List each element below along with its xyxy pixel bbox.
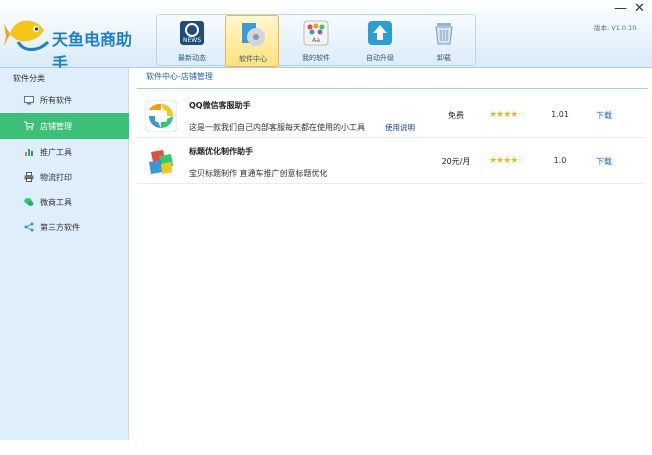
title-bar: 天鱼电商助手 NEWS 最新动态 软件中心 Aa 我的软件 自动升级 卸载 版本…	[0, 0, 652, 73]
category-sidebar: 软件分类 所有软件 店铺管理 推广工具 物流打印 微商工具 第三方软件	[0, 68, 129, 440]
sidebar-item-label: 第三方软件	[40, 223, 80, 232]
sidebar-item-third-party-software[interactable]: 第三方软件	[0, 214, 129, 240]
nav-uninstall-label: 卸载	[437, 54, 451, 62]
sidebar-item-wechat-tools[interactable]: 微商工具	[0, 189, 129, 215]
upgrade-arrow-icon	[368, 21, 392, 45]
share-icon	[24, 222, 34, 232]
star-empty-icon: ☆	[517, 110, 525, 120]
sidebar-item-label: 微商工具	[40, 198, 72, 207]
trash-icon	[435, 23, 453, 45]
star-empty-icon: ☆	[517, 156, 525, 166]
sidebar-item-label: 推广工具	[40, 148, 72, 157]
sidebar-item-label: 物流打印	[40, 173, 72, 182]
sidebar-item-promotion-tools[interactable]: 推广工具	[0, 139, 129, 165]
sidebar-title: 软件分类	[13, 74, 45, 83]
svg-text:Aa: Aa	[312, 37, 320, 44]
breadcrumb: 软件中心-店铺管理	[146, 72, 213, 81]
nav-auto-upgrade-label: 自动升级	[366, 54, 394, 62]
fish-logo-icon	[4, 20, 50, 51]
printer-icon	[24, 172, 34, 182]
close-button[interactable]: ✕	[634, 2, 645, 16]
breadcrumb-divider	[137, 88, 648, 89]
software-row: 标题优化制作助手 宝贝标题制作 直通车推广创意标题优化 20元/月 ★★★★☆ …	[137, 140, 645, 184]
nav-uninstall[interactable]: 卸载	[417, 15, 471, 67]
software-name: QQ微信客服助手	[189, 101, 251, 110]
usage-instructions-link[interactable]: 使用说明	[385, 122, 415, 133]
sidebar-item-logistics-print[interactable]: 物流打印	[0, 164, 129, 190]
title-optimizer-app-icon	[149, 150, 173, 174]
my-apps-grid-icon: Aa	[303, 20, 329, 46]
sidebar-item-store-management[interactable]: 店铺管理	[0, 113, 129, 139]
nav-news[interactable]: NEWS 最新动态	[165, 15, 219, 67]
chart-icon	[25, 149, 33, 156]
svg-text:NEWS: NEWS	[183, 37, 201, 44]
nav-news-label: 最新动态	[178, 54, 206, 62]
nav-my-software-label: 我的软件	[302, 54, 330, 62]
nav-my-software[interactable]: Aa 我的软件	[289, 15, 343, 67]
download-link[interactable]: 下载	[596, 110, 612, 121]
software-price: 免费	[448, 111, 464, 120]
software-price: 20元/月	[441, 157, 471, 166]
software-version: 1.0	[553, 156, 567, 165]
nav-software-center-label: 软件中心	[239, 55, 267, 63]
download-link[interactable]: 下载	[596, 156, 612, 167]
sidebar-item-all-software[interactable]: 所有软件	[0, 87, 129, 113]
software-row: QQ微信客服助手 这是一款我们自己内部客服每天都在使用的小工具 使用说明 免费 …	[137, 94, 645, 138]
rating-stars: ★★★★☆	[489, 156, 525, 166]
qq-wechat-service-app-icon	[145, 100, 177, 132]
software-version: 1.01	[551, 110, 569, 119]
sidebar-item-label: 所有软件	[40, 96, 72, 105]
app-logo: 天鱼电商助手	[4, 12, 134, 73]
window-bottom-edge	[0, 440, 652, 455]
all-software-icon	[24, 96, 34, 105]
version-label: 版本: V1.0.10	[594, 24, 637, 32]
sidebar-item-label: 店铺管理	[40, 122, 72, 131]
main-nav: NEWS 最新动态 软件中心 Aa 我的软件 自动升级 卸载	[156, 14, 476, 67]
software-name: 标题优化制作助手	[189, 147, 253, 156]
cart-icon	[24, 121, 34, 131]
software-description: 这是一款我们自己内部客服每天都在使用的小工具	[189, 123, 365, 132]
nav-software-center[interactable]: 软件中心	[225, 15, 279, 67]
rating-stars: ★★★★☆	[489, 110, 525, 120]
app-title: 天鱼电商助手	[52, 30, 133, 73]
news-icon: NEWS	[180, 21, 204, 45]
wechat-icon	[24, 198, 34, 206]
nav-auto-upgrade[interactable]: 自动升级	[353, 15, 407, 67]
software-description: 宝贝标题制作 直通车推广创意标题优化	[189, 169, 328, 178]
software-disc-icon	[242, 23, 265, 46]
minimize-button[interactable]: —	[614, 2, 627, 16]
